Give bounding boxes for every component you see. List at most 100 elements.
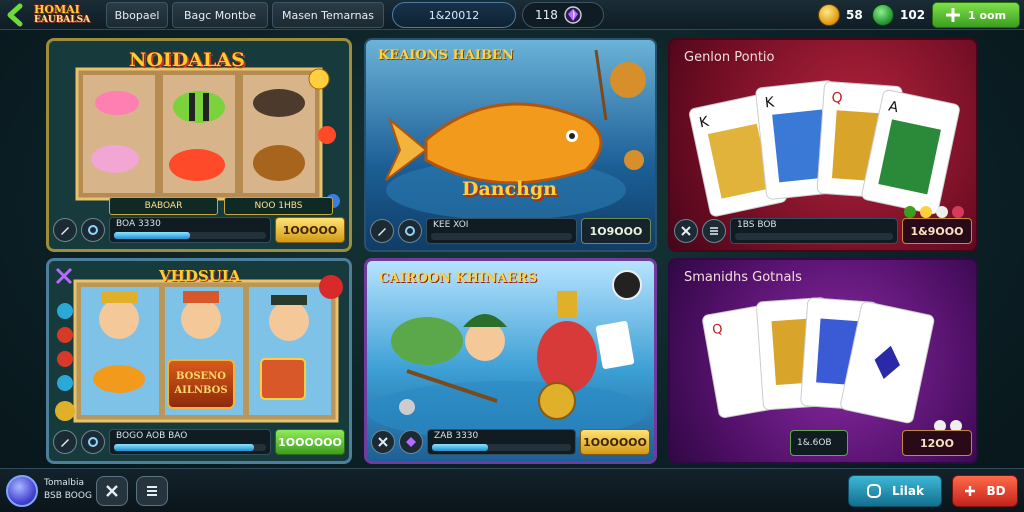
settings-button[interactable] [81, 430, 105, 454]
tools-icon [378, 437, 388, 447]
tools-button[interactable] [371, 430, 395, 454]
coins-stat: 58 [818, 3, 863, 27]
back-button[interactable] [4, 3, 28, 27]
tools-button[interactable] [674, 219, 698, 243]
app-logo: HOMAI EAUBALSA [34, 2, 104, 28]
progress-fill [114, 444, 254, 451]
tools-button[interactable] [96, 476, 128, 506]
progress-box: ZAB 3330 [427, 429, 576, 455]
red-action-button[interactable]: BD [952, 475, 1018, 507]
svg-text:Q: Q [831, 90, 843, 107]
menu-icon [710, 227, 718, 235]
gear-icon [88, 225, 98, 235]
progress-track [114, 232, 266, 239]
tools-icon [681, 226, 691, 236]
gear-icon [405, 226, 415, 236]
card-controls: ZAB 3330 1OOOOOO [371, 427, 650, 457]
info-text: 1BS BOB [737, 220, 777, 230]
card-title: KEAIONS HAIBEN [378, 48, 514, 63]
edit-button[interactable] [53, 218, 77, 242]
progress-track [735, 233, 893, 240]
gear-icon [88, 437, 98, 447]
pen-icon [378, 228, 386, 236]
logo-line-1: HOMAI [34, 3, 80, 16]
play-button[interactable]: 1OOOOO [275, 217, 345, 243]
progress-box: BOA 3330 [109, 217, 271, 243]
progress-fill [114, 232, 190, 239]
info-text: BOA 3330 [116, 219, 161, 229]
avatar[interactable] [6, 475, 38, 507]
progress-box: BOGO AOB BAO [109, 429, 271, 455]
card-controls: 1BS BOB 1&9OOO [674, 216, 972, 246]
game-card-poker-red[interactable]: K K Q A Genlon Pontio 1BS BOB 1&9OOO [668, 38, 978, 252]
progress-track [114, 444, 266, 451]
info-text: 1&.6OB [797, 438, 832, 448]
user-info: Tomalbia BSB BOOG [44, 477, 92, 503]
level-display: 118 [522, 2, 604, 28]
buy-button[interactable]: 1 oom [932, 2, 1020, 28]
clovers-value: 102 [900, 8, 926, 22]
progress-box: 1&.6OB [790, 430, 848, 456]
chat-icon [867, 484, 882, 498]
play-button[interactable]: 1O9OOO [581, 218, 651, 244]
buy-label: 1 oom [967, 8, 1007, 22]
gem-icon [406, 437, 416, 447]
art-word: Danchgn [462, 178, 558, 200]
back-icon [7, 3, 23, 27]
card-title: VHDSUIA [159, 267, 241, 285]
info-text: ZAB 3330 [434, 431, 479, 441]
red-label: BD [986, 484, 1006, 498]
menu-button[interactable] [702, 219, 726, 243]
coin-icon [818, 4, 840, 26]
gem-icon [564, 6, 582, 24]
card-title: NOIDALAS [129, 49, 245, 71]
settings-button[interactable] [81, 218, 105, 242]
card-controls: BOA 3330 1OOOOO [53, 215, 345, 245]
link-button[interactable]: Lilak [848, 475, 942, 507]
sublabel-2: NOO 1HBS [224, 197, 333, 215]
info-text: BOGO AOB BAO [116, 431, 188, 441]
game-card-character-slots[interactable]: VHDSUIA BOSENO AILNBOS BOGO AOB BAO 1OOO… [46, 258, 352, 464]
gem-button[interactable] [399, 430, 423, 454]
menu-button[interactable] [136, 476, 168, 506]
game-card-cartoon-adventure[interactable]: CAIROON KHINAERS ZAB 3330 1OOOOOO [364, 258, 657, 464]
play-button[interactable]: 1OOOOOO [580, 429, 650, 455]
progress-track [431, 233, 572, 240]
edit-button[interactable] [53, 430, 77, 454]
level-value: 118 [535, 8, 558, 22]
user-id: BSB BOOG [44, 491, 92, 501]
tab-1[interactable]: Bbopael [106, 2, 168, 28]
balance-display: 1&20012 [392, 2, 516, 28]
user-name: Tomalbia [44, 478, 84, 488]
progress-box: KEE XOI [426, 218, 577, 244]
game-card-golden-fish[interactable]: KEAIONS HAIBEN Danchgn KEE XOI 1O9OOO [364, 38, 657, 252]
progress-fill [432, 444, 488, 451]
play-button[interactable]: 12OO [902, 430, 972, 456]
tab-3[interactable]: Masen Temarnas [272, 2, 384, 28]
bottom-bar: Tomalbia BSB BOOG Lilak BD [0, 468, 1024, 512]
pen-icon [61, 439, 69, 447]
clovers-stat: 102 [872, 3, 925, 27]
logo-line-2: EAUBALSA [34, 15, 91, 25]
sublabel-1: BABOAR [109, 197, 218, 215]
art-badge: BOSENO AILNBOS [167, 359, 235, 409]
link-label: Lilak [892, 484, 924, 498]
card-title: Genlon Pontio [684, 50, 775, 65]
play-button[interactable]: 1&9OOO [902, 218, 972, 244]
sublabel-row: BABOAR NOO 1HBS [109, 197, 333, 215]
pen-icon [61, 227, 69, 235]
card-controls: KEE XOI 1O9OOO [370, 216, 651, 246]
edit-button[interactable] [370, 219, 394, 243]
progress-track [432, 444, 571, 451]
game-card-poker-purple[interactable]: Q Smanidhs Gotnals 1&.6OB 12OO [668, 258, 978, 464]
tab-2[interactable]: Bagc Montbe [172, 2, 268, 28]
top-bar: HOMAI EAUBALSA Bbopael Bagc Montbe Masen… [0, 0, 1024, 30]
play-button[interactable]: 1OOOOOO [275, 429, 345, 455]
menu-icon [147, 486, 157, 496]
game-card-fish-slots[interactable]: NOIDALAS BABOAR NOO 1HBS BOA 3330 1OOOOO [46, 38, 352, 252]
card-controls: BOGO AOB BAO 1OOOOOO [53, 427, 345, 457]
card-controls: 1&.6OB 12OO [790, 428, 972, 458]
clover-icon [872, 4, 894, 26]
coins-value: 58 [846, 8, 863, 22]
settings-button[interactable] [398, 219, 422, 243]
